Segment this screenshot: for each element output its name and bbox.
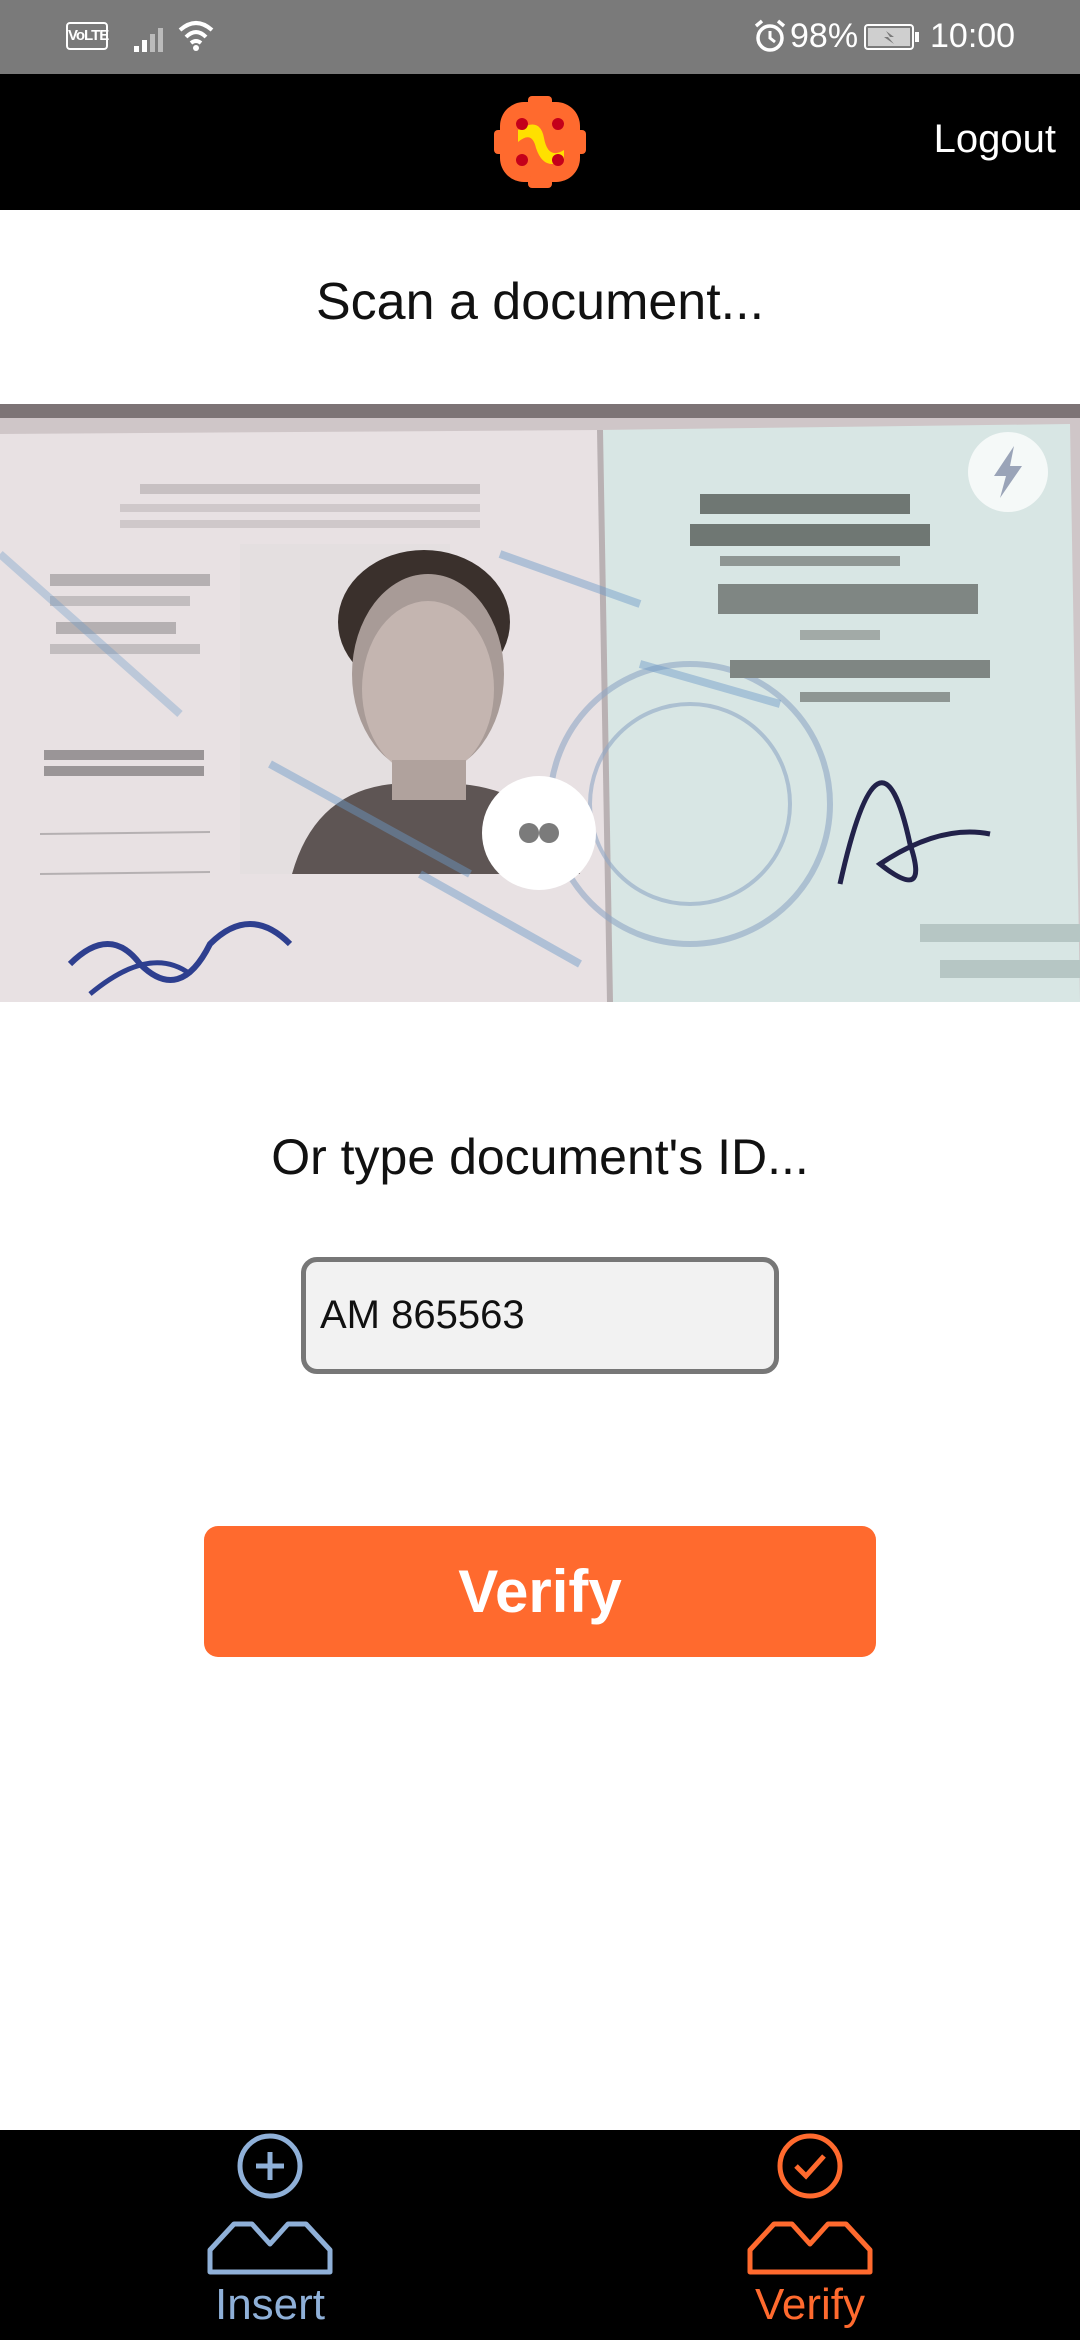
status-bar: VoLTE 98% 10:00 [0,0,1080,74]
signal-icon [134,28,163,52]
nav-label-insert: Insert [214,2280,326,2329]
app-header: Logout [0,74,1080,210]
nav-item-verify[interactable]: Verify [710,2130,910,2340]
camera-capture-button[interactable] [482,776,596,890]
verify-button[interactable]: Verify [204,1526,876,1657]
app-logo-icon [494,96,586,188]
manual-entry-label: Or type document's ID... [271,1129,809,1185]
bottom-nav: Insert Verify [0,2130,1080,2340]
battery-percent: 98% [790,17,859,55]
flash-toggle-button[interactable] [968,432,1048,512]
id-card-image [0,404,1080,1002]
clock: 10:00 [930,17,1016,55]
user-check-icon [747,2133,873,2275]
user-add-icon [207,2133,333,2275]
document-id-input[interactable] [301,1257,779,1374]
logout-button[interactable]: Logout [934,114,1056,164]
camera-preview[interactable] [0,404,1080,1002]
lightning-icon [994,446,1022,498]
alarm-icon [754,19,786,52]
nav-label-verify: Verify [754,2280,866,2329]
camera-capture-icon [519,823,559,843]
battery-charging-icon [864,24,919,50]
volte-icon: VoLTE [66,22,109,50]
wifi-icon [178,21,214,51]
nav-item-insert[interactable]: Insert [170,2130,370,2340]
scan-title: Scan a document... [315,273,765,331]
